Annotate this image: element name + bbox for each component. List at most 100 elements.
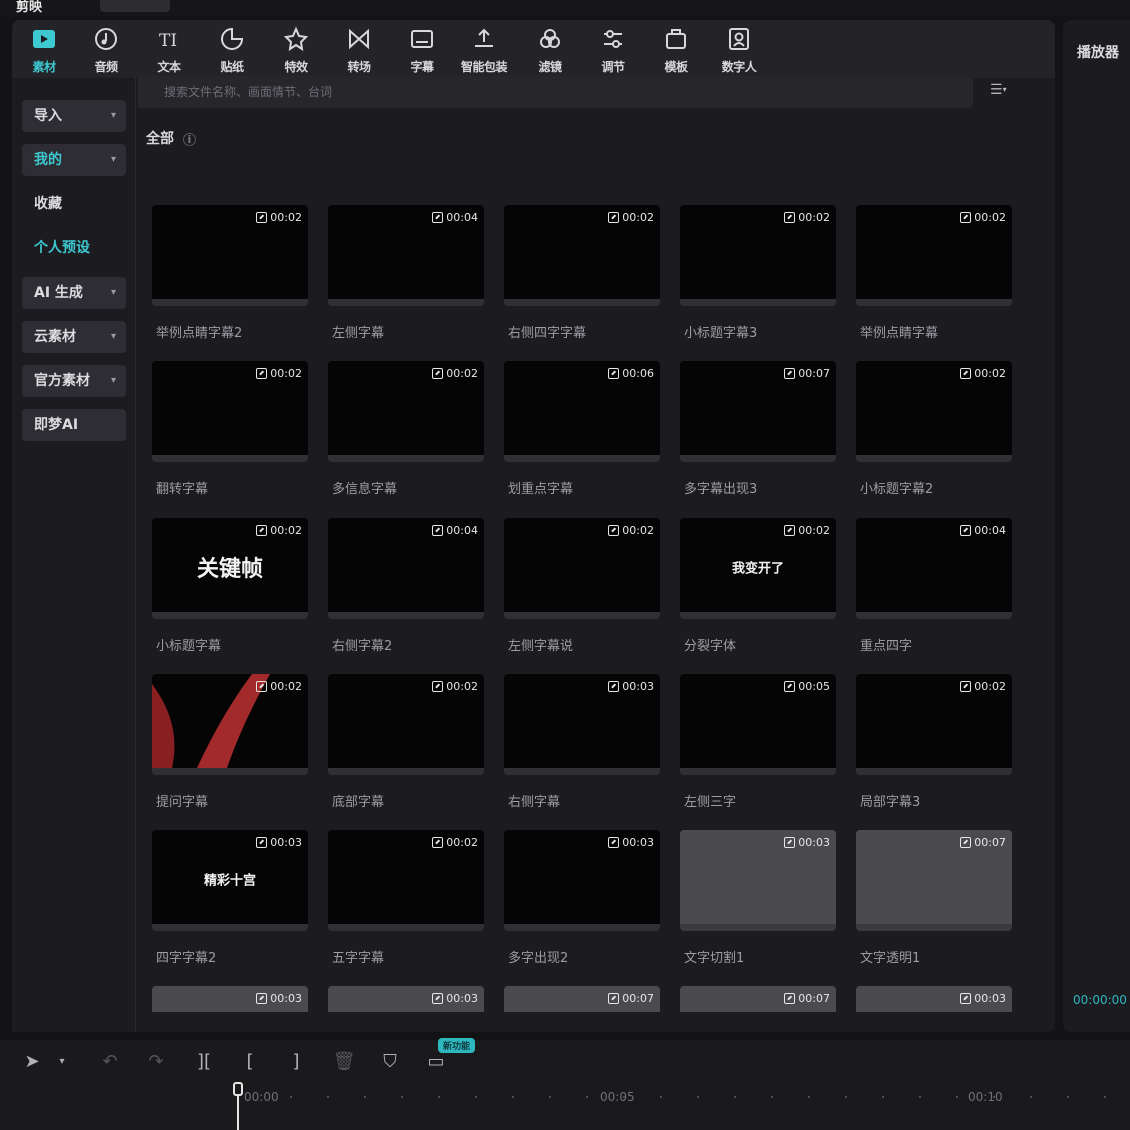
media-card[interactable]: 00:03 多字出现2 [504,830,660,970]
caption-icon[interactable]: ▭ [422,1050,450,1074]
card-label: 提问字幕 [156,795,209,810]
tab-effects[interactable]: 特效 [270,26,322,76]
media-card[interactable]: 00:05 左侧三字 [680,674,836,814]
media-card[interactable]: 00:04 右侧字幕2 [328,518,484,658]
title-tab[interactable] [100,0,170,12]
sort-button[interactable]: ☰▾ [990,82,1030,104]
info-icon[interactable]: i [182,133,196,146]
media-card[interactable]: 00:02 多信息字幕 [328,361,484,501]
player-panel: 播放器 00:00:00 [1063,20,1130,1032]
select-pointer-icon[interactable]: ➤ [18,1050,46,1074]
ruler-tick [845,1096,847,1098]
edit-icon [432,525,444,536]
media-card[interactable]: 我变开了 00:02 分裂字体 [680,518,836,658]
media-card[interactable]: 00:03 右侧字幕 [504,674,660,814]
edit-icon [784,993,796,1004]
duration-badge: 00:02 [256,680,302,693]
media-card[interactable]: 00:02 局部字幕3 [856,674,1012,814]
media-card[interactable]: 00:02 底部字幕 [328,674,484,814]
card-label: 多字出现2 [508,951,569,966]
media-card[interactable]: 00:02 小标题字幕3 [680,205,836,345]
media-card[interactable]: 关键帧 00:02 小标题字幕 [152,518,308,658]
media-card[interactable]: 00:02 翻转字幕 [152,361,308,501]
media-card[interactable]: 00:03 [856,986,1012,1012]
tab-media[interactable]: 素材 [18,26,70,76]
edit-icon [960,681,972,692]
redo-icon[interactable]: ↷ [142,1050,170,1074]
media-card[interactable]: 00:03 [328,986,484,1012]
sidebar-item-5[interactable]: 云素材 ▾ [22,321,126,353]
media-card[interactable]: 00:07 文字透明1 [856,830,1012,970]
split-left-icon[interactable]: [ [236,1050,264,1074]
undo-icon[interactable]: ↶ [96,1050,124,1074]
sidebar-item-3[interactable]: 个人预设 [22,232,126,264]
tab-adjust[interactable]: 调节 [587,26,639,76]
media-card[interactable]: 00:02 五字字幕 [328,830,484,970]
media-card[interactable]: 00:02 右侧四字字幕 [504,205,660,345]
tab-avatar[interactable]: 数字人 [713,26,765,76]
duration-badge: 00:07 [608,992,654,1005]
tab-label: 素材 [32,60,56,74]
ruler-tick [438,1096,440,1098]
ruler-tick [549,1096,551,1098]
media-card[interactable]: 00:07 [504,986,660,1012]
tab-label: 文本 [157,60,181,74]
duration-badge: 00:03 [608,836,654,849]
tab-template[interactable]: 模板 [650,26,702,76]
media-card[interactable]: 00:07 多字幕出现3 [680,361,836,501]
tab-transition[interactable]: 转场 [333,26,385,76]
tab-filter[interactable]: 滤镜 [524,26,576,76]
media-card[interactable]: 00:02 举例点睛字幕 [856,205,1012,345]
shield-icon[interactable]: ⛉ [376,1050,404,1074]
sidebar-item-7[interactable]: 即梦AI [22,409,126,441]
edit-icon [784,837,796,848]
category-toolbar: 素材 音频 TI 文本 贴纸 特效 转场 字幕 智能包装 滤镜 调节 模板 数字人 [12,20,1055,78]
ruler-tick [475,1096,477,1098]
duration-badge: 00:02 [784,211,830,224]
tab-audio[interactable]: 音频 [80,26,132,76]
sidebar-item-6[interactable]: 官方素材 ▾ [22,365,126,397]
media-card[interactable]: 00:02 举例点睛字幕2 [152,205,308,345]
sidebar-item-1[interactable]: 我的 ▾ [22,144,126,176]
split-icon[interactable]: ][ [190,1050,218,1074]
sidebar-item-2[interactable]: 收藏 [22,188,126,220]
media-card[interactable]: 00:02 小标题字幕2 [856,361,1012,501]
media-card[interactable]: 精彩十宫 00:03 四字字幕2 [152,830,308,970]
ruler-tick [364,1096,366,1098]
media-card[interactable]: 00:04 左侧字幕 [328,205,484,345]
duration-text: 00:03 [622,680,654,693]
chevron-down-icon: ▾ [110,331,116,342]
media-card[interactable]: 00:02 提问字幕 [152,674,308,814]
title-bar: 剪映 [0,0,1130,16]
thumbnail: 00:06 [504,361,660,462]
edit-icon [608,525,620,536]
media-card[interactable]: 00:04 重点四字 [856,518,1012,658]
media-card[interactable]: 00:06 划重点字幕 [504,361,660,501]
split-right-icon[interactable]: ] [282,1050,310,1074]
effects-icon [283,26,309,56]
card-label: 重点四字 [860,639,913,654]
duration-text: 00:02 [446,680,478,693]
tab-smart-pack[interactable]: 智能包装 [458,26,510,76]
tab-text[interactable]: TI 文本 [143,26,195,76]
delete-icon[interactable]: 🗑 [330,1050,358,1074]
sidebar-item-4[interactable]: AI 生成 ▾ [22,277,126,309]
duration-badge: 00:07 [784,992,830,1005]
sidebar-item-0[interactable]: 导入 ▾ [22,100,126,132]
tab-subtitle[interactable]: 字幕 [396,26,448,76]
media-card[interactable]: 00:07 [680,986,836,1012]
duration-text: 00:02 [446,836,478,849]
media-card[interactable]: 00:03 文字切割1 [680,830,836,970]
playhead[interactable] [233,1082,243,1130]
search-input[interactable] [138,76,973,108]
chevron-down-icon[interactable]: ▾ [48,1050,76,1074]
card-label: 右侧字幕2 [332,639,393,654]
thumbnail: 00:04 [328,518,484,619]
media-card[interactable]: 00:03 [152,986,308,1012]
media-card[interactable]: 00:02 左侧字幕说 [504,518,660,658]
tab-sticker[interactable]: 贴纸 [206,26,258,76]
duration-badge: 00:02 [432,836,478,849]
thumbnail: 00:07 [504,986,660,1012]
thumbnail-text: 我变开了 [731,561,785,577]
duration-badge: 00:03 [784,836,830,849]
